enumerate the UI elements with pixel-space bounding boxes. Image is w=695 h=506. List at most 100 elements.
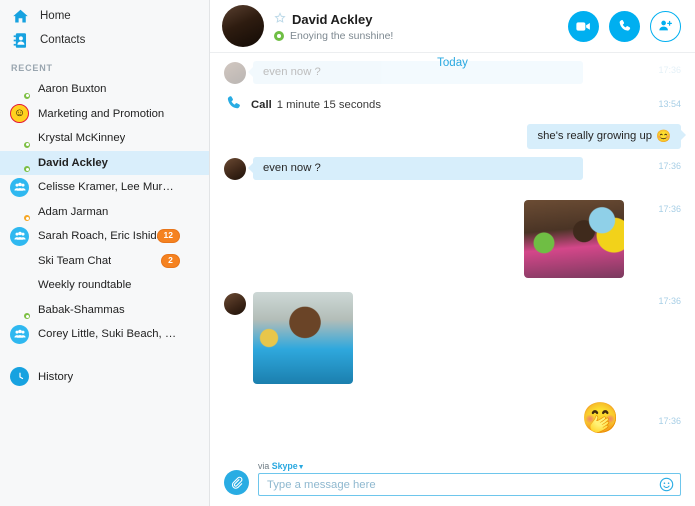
message-row: even now ? 17:36: [210, 157, 695, 180]
call-duration: 1 minute 15 seconds: [276, 99, 381, 111]
add-person-button[interactable]: [650, 10, 681, 42]
message-timestamp: 17:36: [658, 296, 681, 306]
avatar: [10, 251, 29, 270]
message-timestamp: 17:36: [658, 161, 681, 171]
sidebar-item-adam-jarman[interactable]: Adam Jarman: [0, 200, 209, 225]
message-row: even now ? 17:36: [210, 61, 695, 84]
phone-icon: [226, 95, 242, 116]
message-list[interactable]: Today even now ? 17:36 Call 1 minute 15 …: [210, 53, 695, 450]
message-input-wrapper[interactable]: [258, 473, 681, 496]
sidebar-item-babak-shammas[interactable]: Babak-Shammas: [0, 298, 209, 323]
chat-name: Marketing and Promotion: [38, 107, 165, 120]
sidebar-item-contacts-label: Contacts: [40, 34, 86, 46]
contact-avatar[interactable]: [222, 5, 264, 47]
message-row: she's really growing up 😊: [210, 124, 695, 149]
via-prefix: via: [258, 461, 270, 471]
message-bubble[interactable]: she's really growing up 😊: [527, 124, 686, 149]
home-icon: [10, 6, 30, 26]
video-call-button[interactable]: [568, 10, 599, 42]
chat-name: Adam Jarman: [38, 205, 109, 218]
avatar: [10, 276, 29, 295]
sidebar-item-sarah-roach-group[interactable]: Sarah Roach, Eric Ishida 12: [0, 224, 209, 249]
presence-online-icon: [23, 140, 31, 149]
message-timestamp: 17:36: [658, 204, 681, 214]
sidebar-item-ski-team-chat[interactable]: Ski Team Chat 2: [0, 249, 209, 274]
message-text: even now ?: [263, 162, 321, 174]
avatar: [224, 62, 246, 84]
message-bubble[interactable]: even now ?: [248, 157, 583, 180]
recent-section-header: RECENT: [11, 63, 53, 73]
message-text: even now ?: [263, 66, 321, 78]
composer-right: via Skype▼: [258, 461, 681, 496]
avatar: [10, 177, 29, 197]
message-timestamp: 13:54: [658, 99, 681, 109]
avatar: [224, 293, 246, 315]
clock-icon: [10, 367, 29, 387]
presence-online-icon: [23, 91, 31, 100]
sidebar-item-history[interactable]: History: [0, 365, 209, 390]
avatar: ☺: [10, 104, 29, 124]
chat-name: Sarah Roach, Eric Ishida: [38, 230, 163, 243]
group-icon: [10, 324, 29, 344]
presence-online-icon: [23, 165, 31, 174]
sidebar-item-home[interactable]: Home: [0, 4, 209, 28]
unread-badge: 12: [156, 229, 180, 244]
unread-badge: 2: [161, 253, 180, 268]
chat-name: Ski Team Chat: [38, 254, 112, 267]
avatar: [10, 226, 29, 246]
conversation-header: David Ackley Enoying the sunshine!: [210, 0, 695, 53]
sidebar-item-celisse-kramer-group[interactable]: Celisse Kramer, Lee Murphy, MJ...: [0, 175, 209, 200]
image-attachment[interactable]: [253, 292, 353, 384]
message-timestamp: 17:36: [658, 416, 681, 426]
sidebar-item-history-label: History: [38, 370, 74, 383]
chat-name: Celisse Kramer, Lee Murphy, MJ...: [38, 181, 178, 194]
message-row: 🤭 17:36: [210, 404, 695, 434]
avatar: [10, 80, 31, 100]
call-event-row: Call 1 minute 15 seconds 13:54: [210, 92, 695, 118]
header-actions: [568, 10, 681, 42]
avatar: [10, 202, 31, 223]
avatar: [10, 300, 31, 321]
message-bubble[interactable]: even now ?: [248, 61, 583, 84]
giggle-emoji[interactable]: 🤭: [582, 404, 619, 434]
sidebar-item-corey-little-group[interactable]: Corey Little, Suki Beach, Matthew...: [0, 322, 209, 347]
presence-away-icon: [23, 214, 31, 223]
call-label: Call: [251, 99, 272, 111]
skype-window: Home Contacts RECENT Aaron Buxton ☺ Mark…: [0, 0, 695, 506]
message-timestamp: 17:36: [658, 65, 681, 75]
avatar: [10, 129, 31, 149]
chat-name: Weekly roundtable: [38, 279, 132, 292]
avatar: [224, 158, 246, 180]
group-icon: [10, 226, 29, 246]
message-input[interactable]: [267, 478, 659, 491]
sidebar-item-home-label: Home: [40, 10, 71, 22]
sidebar-item-david-ackley[interactable]: David Ackley: [0, 150, 209, 175]
avatar: [10, 324, 29, 344]
smiley-icon[interactable]: [659, 477, 674, 492]
conversation-panel: David Ackley Enoying the sunshine! Today…: [210, 0, 695, 506]
sidebar-item-contacts[interactable]: Contacts: [0, 28, 209, 52]
sidebar-item-weekly-roundtable[interactable]: Weekly roundtable: [0, 273, 209, 298]
chat-name: Babak-Shammas: [38, 303, 125, 316]
via-service[interactable]: Skype: [272, 461, 298, 471]
audio-call-button[interactable]: [609, 10, 640, 42]
chat-name: David Ackley: [38, 156, 108, 169]
page-title: David Ackley: [292, 12, 373, 27]
star-outline-icon[interactable]: [274, 11, 286, 29]
chat-name: Corey Little, Suki Beach, Matthew...: [38, 328, 178, 341]
image-attachment[interactable]: [524, 200, 624, 278]
sidebar-item-marketing-and-promotion[interactable]: ☺ Marketing and Promotion: [0, 102, 209, 127]
contact-info: David Ackley Enoying the sunshine!: [274, 11, 568, 42]
chevron-down-icon[interactable]: ▼: [298, 464, 305, 471]
chat-name: Aaron Buxton: [38, 83, 107, 96]
sidebar-item-krystal-mckinney[interactable]: Krystal McKinney: [0, 126, 209, 151]
presence-online-icon: [23, 312, 31, 321]
sidebar: Home Contacts RECENT Aaron Buxton ☺ Mark…: [0, 0, 210, 506]
sidebar-item-aaron-buxton[interactable]: Aaron Buxton: [0, 77, 209, 102]
message-row: 17:36: [210, 200, 695, 278]
group-icon: [10, 177, 29, 197]
attach-file-button[interactable]: [224, 470, 249, 495]
smiley-emoji: 😊: [656, 129, 671, 143]
message-text: she's really growing up: [537, 130, 653, 142]
message-composer: via Skype▼: [210, 450, 695, 506]
